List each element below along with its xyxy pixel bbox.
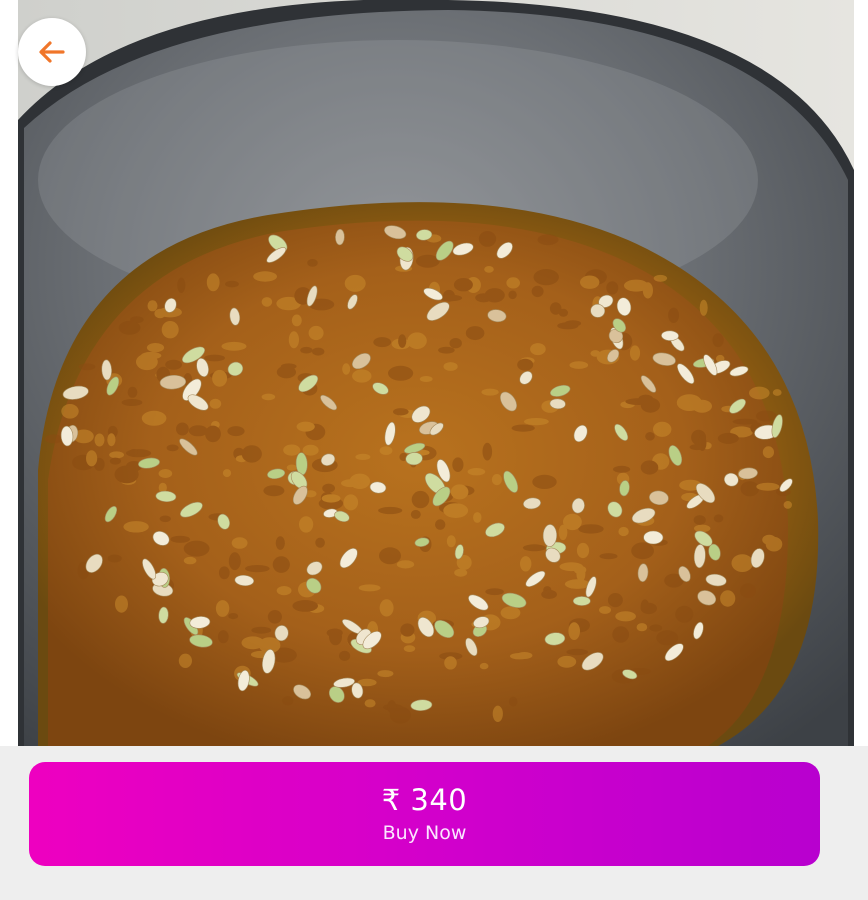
arrow-left-icon	[39, 41, 65, 63]
buy-now-label: Buy Now	[382, 821, 467, 844]
product-image	[18, 0, 854, 746]
product-screen: ₹ 340 Buy Now	[0, 0, 868, 900]
price-label: ₹ 340	[381, 782, 468, 817]
buy-now-button[interactable]: ₹ 340 Buy Now	[29, 762, 820, 866]
purchase-bar: ₹ 340 Buy Now	[0, 746, 868, 900]
back-button[interactable]	[18, 18, 86, 86]
product-image-frame	[0, 0, 868, 746]
halwa-photo	[18, 0, 854, 746]
